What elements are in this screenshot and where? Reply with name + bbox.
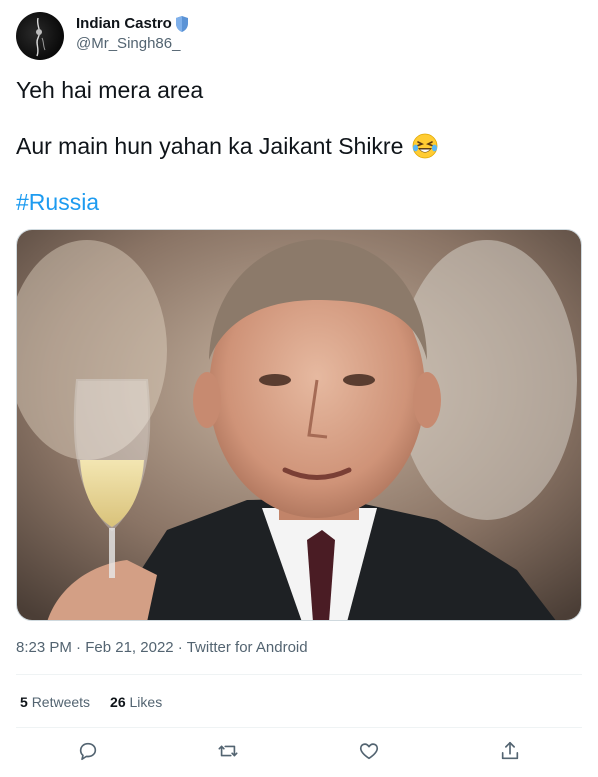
tweet-stats: 5 Retweets 26 Likes xyxy=(20,692,162,712)
retweets-stat[interactable]: 5 Retweets xyxy=(20,692,90,712)
display-name-row[interactable]: Indian Castro xyxy=(76,14,190,34)
display-name[interactable]: Indian Castro xyxy=(76,14,172,34)
likes-stat[interactable]: 26 Likes xyxy=(110,692,162,712)
tweet-line-2-row: Aur main hun yahan ka Jaikant Shikre xyxy=(16,132,439,160)
tweet-line-2: Aur main hun yahan ka Jaikant Shikre xyxy=(16,133,404,159)
tweet-photo[interactable] xyxy=(16,229,582,621)
laughing-emoji-icon xyxy=(411,132,439,160)
author-block: Indian Castro @Mr_Singh86_ xyxy=(76,14,190,54)
divider xyxy=(16,674,582,675)
tweet-date[interactable]: Feb 21, 2022 xyxy=(85,639,173,656)
retweet-icon[interactable] xyxy=(217,740,239,762)
tweet-time[interactable]: 8:23 PM xyxy=(16,639,72,656)
author-handle[interactable]: @Mr_Singh86_ xyxy=(76,34,190,54)
retweets-label: Retweets xyxy=(31,694,91,710)
tweet-metadata: 8:23 PM · Feb 21, 2022 · Twitter for And… xyxy=(16,638,308,658)
action-bar xyxy=(0,740,598,764)
likes-count: 26 xyxy=(110,694,126,710)
divider xyxy=(16,727,582,728)
avatar[interactable] xyxy=(16,12,64,60)
like-icon[interactable] xyxy=(358,740,380,762)
reply-icon[interactable] xyxy=(77,740,99,762)
shield-icon xyxy=(174,15,190,33)
share-icon[interactable] xyxy=(499,740,521,762)
likes-label: Likes xyxy=(129,694,163,710)
hashtag-link[interactable]: #Russia xyxy=(16,188,99,216)
tweet-source[interactable]: Twitter for Android xyxy=(187,639,308,656)
meta-separator: · xyxy=(76,639,82,656)
meta-separator: · xyxy=(177,639,183,656)
tweet-line-1: Yeh hai mera area xyxy=(16,77,204,103)
retweets-count: 5 xyxy=(20,694,28,710)
